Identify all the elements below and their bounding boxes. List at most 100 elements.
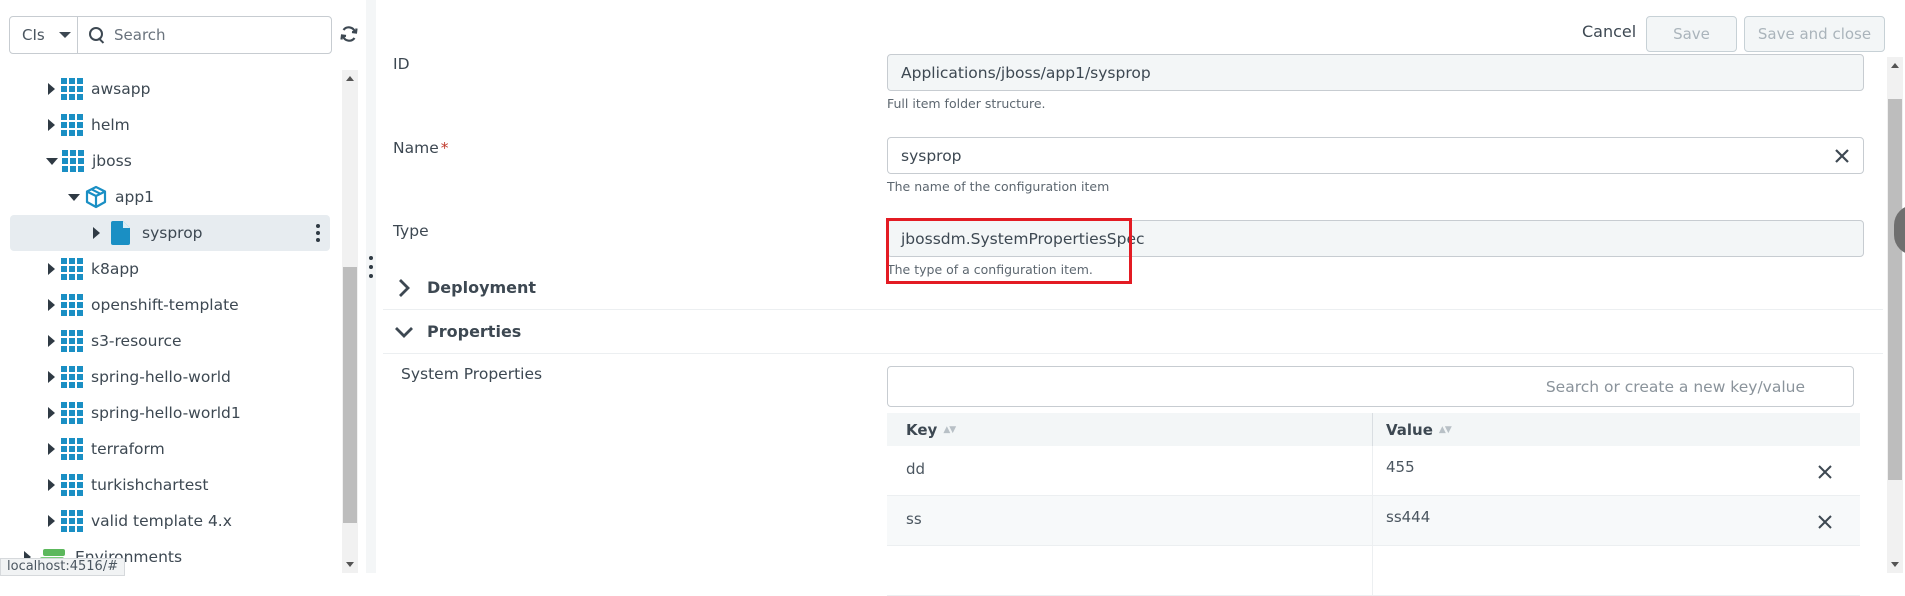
ci-type-select-value: CIs [22, 26, 45, 44]
tree-item-label: jboss [92, 152, 132, 170]
tree-item-jboss[interactable]: jboss [10, 143, 330, 179]
key-value-search-input[interactable] [887, 366, 1854, 407]
collapse-arrow-icon[interactable] [68, 193, 80, 201]
scroll-up-icon[interactable] [1891, 63, 1899, 68]
main-scrollbar[interactable] [1887, 57, 1903, 573]
drag-handle-icon[interactable] [369, 256, 373, 278]
cancel-button[interactable]: Cancel [1582, 22, 1636, 41]
name-help: The name of the configuration item [887, 179, 1110, 194]
status-bar-url: localhost:4516/# [0, 558, 126, 576]
tree-item-sysprop[interactable]: sysprop [10, 215, 330, 251]
expand-arrow-icon[interactable] [48, 335, 55, 347]
chevron-down-icon [395, 326, 413, 338]
tree-item-label: awsapp [91, 80, 151, 98]
application-grid-icon [61, 438, 83, 460]
tree-item-k8app[interactable]: k8app [10, 251, 330, 287]
id-field: Applications/jboss/app1/sysprop [887, 54, 1864, 91]
ci-editor: Cancel Save Save and close ID Applicatio… [376, 0, 1905, 596]
collapse-arrow-icon[interactable] [46, 157, 58, 165]
application-grid-icon [61, 78, 83, 100]
tree-item-label: k8app [91, 260, 140, 278]
system-properties-label: System Properties [401, 365, 543, 383]
package-icon [85, 185, 107, 209]
sort-icon[interactable]: ▲▼ [1439, 425, 1452, 435]
column-header-key[interactable]: Key ▲▼ [887, 413, 1373, 446]
more-actions-icon[interactable] [316, 224, 320, 242]
search-input[interactable] [114, 26, 314, 44]
name-value: sysprop [901, 146, 962, 165]
table-row: ss ss444 [887, 496, 1860, 546]
clear-icon[interactable] [1833, 147, 1851, 165]
row-value[interactable]: ss444 [1373, 496, 1860, 545]
search-icon [88, 26, 106, 44]
delete-row-icon[interactable] [1816, 513, 1834, 531]
section-deployment[interactable]: Deployment [383, 266, 1883, 310]
tree-item-label: spring-hello-world [91, 368, 231, 386]
column-header-value[interactable]: Value ▲▼ [1373, 413, 1860, 446]
row-key[interactable] [887, 546, 1373, 595]
tree-item-app1[interactable]: app1 [10, 179, 330, 215]
application-grid-icon [61, 366, 83, 388]
ci-type-select[interactable]: CIs [10, 17, 78, 53]
tree-item-helm[interactable]: helm [10, 107, 330, 143]
caret-down-icon [58, 32, 71, 38]
expand-arrow-icon[interactable] [48, 299, 55, 311]
tree-item-label: turkishchartest [91, 476, 209, 494]
save-button[interactable]: Save [1646, 16, 1737, 52]
type-field: jbossdm.SystemPropertiesSpec [887, 220, 1864, 257]
delete-row-icon[interactable] [1816, 463, 1834, 481]
required-mark: * [440, 139, 449, 157]
ci-explorer-panel: CIs awsapp helm jboss [0, 0, 366, 576]
row-value[interactable]: 455 [1373, 446, 1860, 495]
expand-arrow-icon[interactable] [48, 119, 55, 131]
tree-item-label: openshift-template [91, 296, 239, 314]
application-grid-icon [61, 510, 83, 532]
scroll-down-icon[interactable] [1891, 562, 1899, 567]
tree-item-spring-hello-world1[interactable]: spring-hello-world1 [10, 395, 330, 431]
application-grid-icon [61, 114, 83, 136]
expand-arrow-icon[interactable] [48, 263, 55, 275]
tree-item-spring-hello-world[interactable]: spring-hello-world [10, 359, 330, 395]
expand-arrow-icon[interactable] [93, 227, 100, 239]
tree-item-valid-template[interactable]: valid template 4.x [10, 503, 330, 539]
application-grid-icon [62, 150, 84, 172]
name-label-text: Name [393, 139, 439, 157]
id-value: Applications/jboss/app1/sysprop [901, 63, 1151, 82]
refresh-icon[interactable] [339, 24, 359, 44]
tree-scrollbar[interactable] [342, 70, 358, 573]
expand-arrow-icon[interactable] [48, 371, 55, 383]
tree-item-terraform[interactable]: terraform [10, 431, 330, 467]
expand-arrow-icon[interactable] [48, 479, 55, 491]
system-properties-table: Key ▲▼ Value ▲▼ dd 455 ss ss444 [887, 413, 1860, 596]
section-properties[interactable]: Properties [383, 310, 1883, 354]
expand-arrow-icon[interactable] [48, 515, 55, 527]
row-key[interactable]: dd [887, 446, 1373, 495]
row-key[interactable]: ss [887, 496, 1373, 545]
tree-item-label: sysprop [142, 224, 203, 242]
save-and-close-button[interactable]: Save and close [1744, 16, 1885, 52]
tree-item-awsapp[interactable]: awsapp [10, 71, 330, 107]
tree-item-label: valid template 4.x [91, 512, 232, 530]
ci-search-bar: CIs [9, 16, 332, 54]
expand-arrow-icon[interactable] [48, 83, 55, 95]
scroll-up-icon[interactable] [346, 76, 354, 81]
section-properties-label: Properties [427, 322, 522, 341]
row-value[interactable] [1373, 546, 1860, 595]
name-label: Name * [393, 139, 448, 157]
expand-arrow-icon[interactable] [48, 443, 55, 455]
chevron-right-icon [399, 278, 410, 297]
type-label: Type [393, 222, 429, 240]
scroll-down-icon[interactable] [346, 562, 354, 567]
sort-icon[interactable]: ▲▼ [943, 425, 956, 435]
tree-item-turkishchartest[interactable]: turkishchartest [10, 467, 330, 503]
tree-item-label: spring-hello-world1 [91, 404, 241, 422]
tree-item-openshift-template[interactable]: openshift-template [10, 287, 330, 323]
tree-item-s3-resource[interactable]: s3-resource [10, 323, 330, 359]
panel-resize-handle[interactable] [366, 0, 376, 573]
tree-scrollbar-thumb[interactable] [343, 267, 357, 523]
id-help: Full item folder structure. [887, 96, 1046, 111]
expand-arrow-icon[interactable] [48, 407, 55, 419]
main-scrollbar-thumb[interactable] [1888, 99, 1902, 480]
section-deployment-label: Deployment [427, 278, 537, 297]
name-field[interactable]: sysprop [887, 137, 1864, 174]
